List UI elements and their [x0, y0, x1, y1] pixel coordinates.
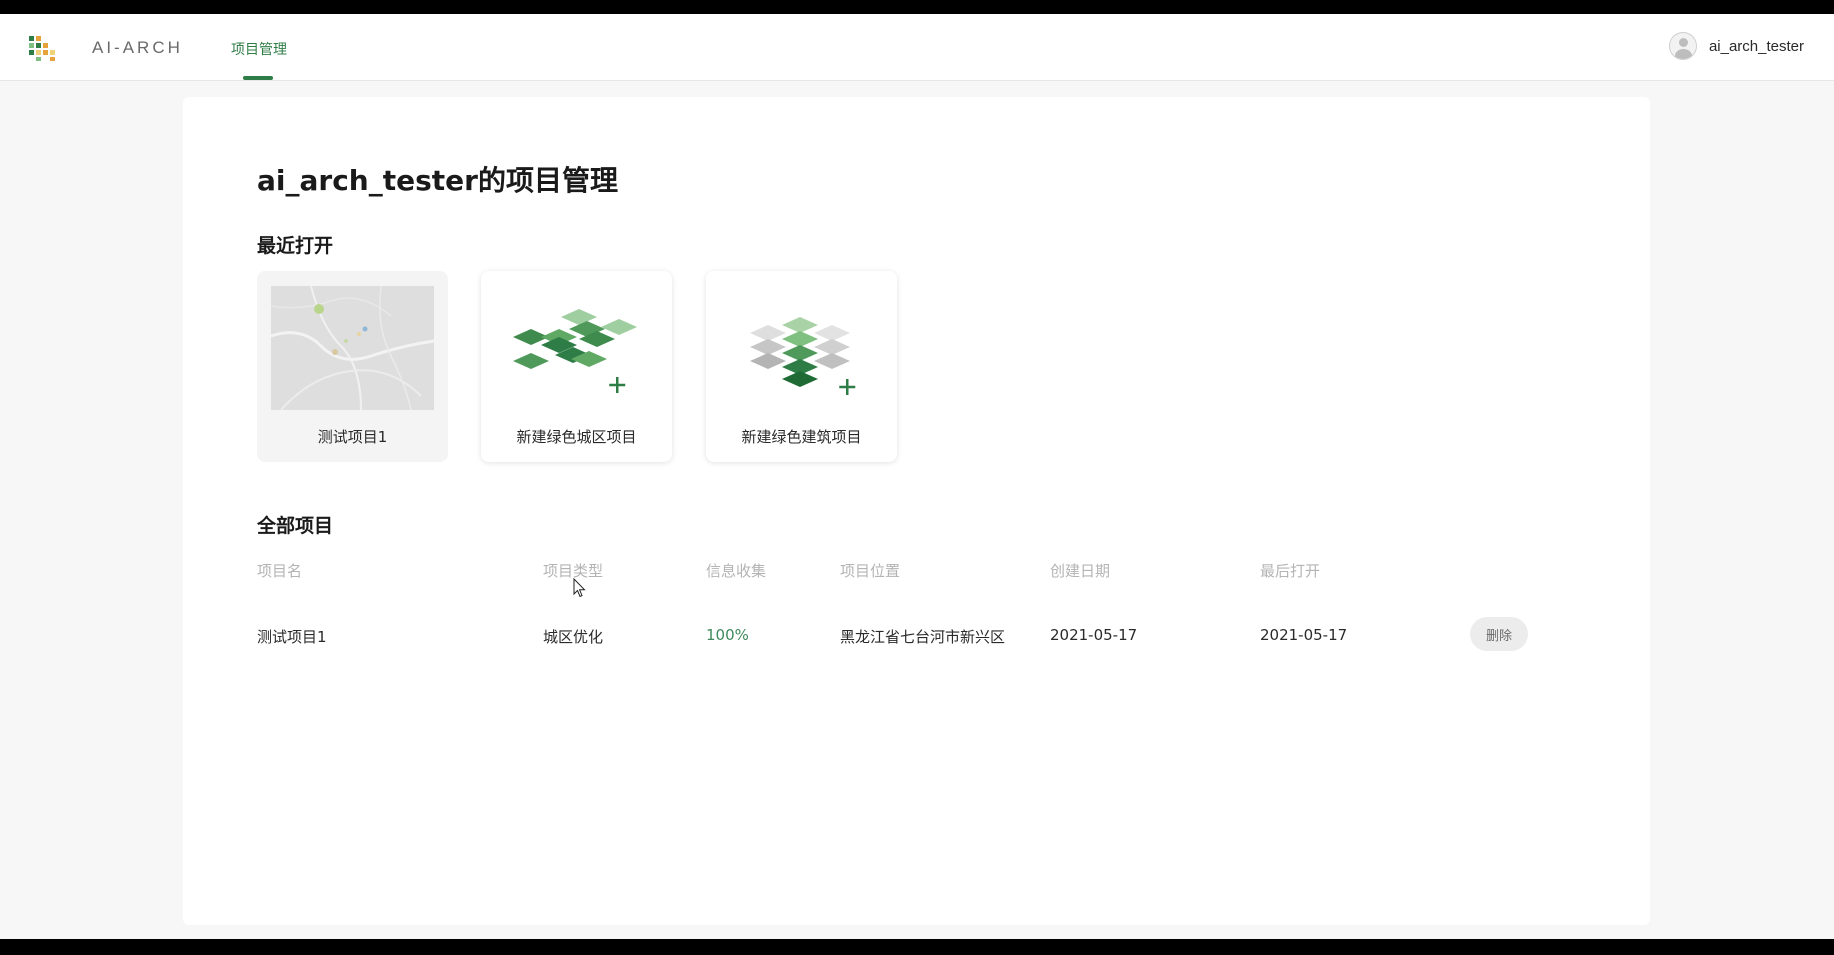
- cell-last-opened: 2021-05-17: [1260, 626, 1348, 644]
- card-label: 新建绿色建筑项目: [741, 428, 862, 446]
- main-panel: ai_arch_tester的项目管理 最近打开 测试项目1 新建绿色城区项目 …: [183, 97, 1650, 925]
- cell-info-progress: 100%: [706, 626, 749, 644]
- column-header-name: 项目名: [257, 562, 303, 580]
- logo-text: AI-ARCH: [92, 38, 183, 57]
- app-window: AI-ARCH 项目管理 ai_arch_tester ai_arch_test…: [0, 14, 1834, 939]
- username: ai_arch_tester: [1708, 37, 1804, 55]
- mouse-cursor-icon: [573, 578, 586, 598]
- delete-button[interactable]: 删除: [1470, 617, 1528, 651]
- cell-project-type: 城区优化: [543, 628, 604, 646]
- new-green-building-card[interactable]: 新建绿色建筑项目: [706, 271, 897, 462]
- avatar-icon: [1668, 32, 1697, 60]
- card-label: 新建绿色城区项目: [516, 428, 637, 446]
- green-district-plus-icon: [513, 309, 637, 393]
- top-header: AI-ARCH 项目管理 ai_arch_tester: [0, 14, 1834, 81]
- column-header-info: 信息收集: [706, 562, 767, 580]
- active-tab-indicator: [243, 76, 273, 80]
- all-projects-heading: 全部项目: [257, 515, 334, 537]
- page-title: ai_arch_tester的项目管理: [257, 164, 618, 197]
- column-header-location: 项目位置: [840, 562, 901, 580]
- recent-project-card[interactable]: 测试项目1: [257, 271, 448, 462]
- user-menu[interactable]: ai_arch_tester: [1668, 32, 1804, 60]
- new-green-district-card[interactable]: 新建绿色城区项目: [481, 271, 672, 462]
- cell-project-name[interactable]: 测试项目1: [257, 626, 327, 647]
- column-header-last-opened: 最后打开: [1260, 562, 1321, 580]
- column-header-created: 创建日期: [1050, 562, 1111, 580]
- cell-created-date: 2021-05-17: [1050, 626, 1138, 644]
- tab-project-management[interactable]: 项目管理: [231, 39, 287, 59]
- logo-icon: [29, 36, 55, 61]
- green-building-plus-icon: [750, 317, 856, 395]
- card-label: 测试项目1: [317, 428, 388, 446]
- cell-location: 黑龙江省七台河市新兴区: [840, 628, 1006, 646]
- recent-heading: 最近打开: [257, 235, 334, 257]
- map-thumbnail: [271, 286, 434, 410]
